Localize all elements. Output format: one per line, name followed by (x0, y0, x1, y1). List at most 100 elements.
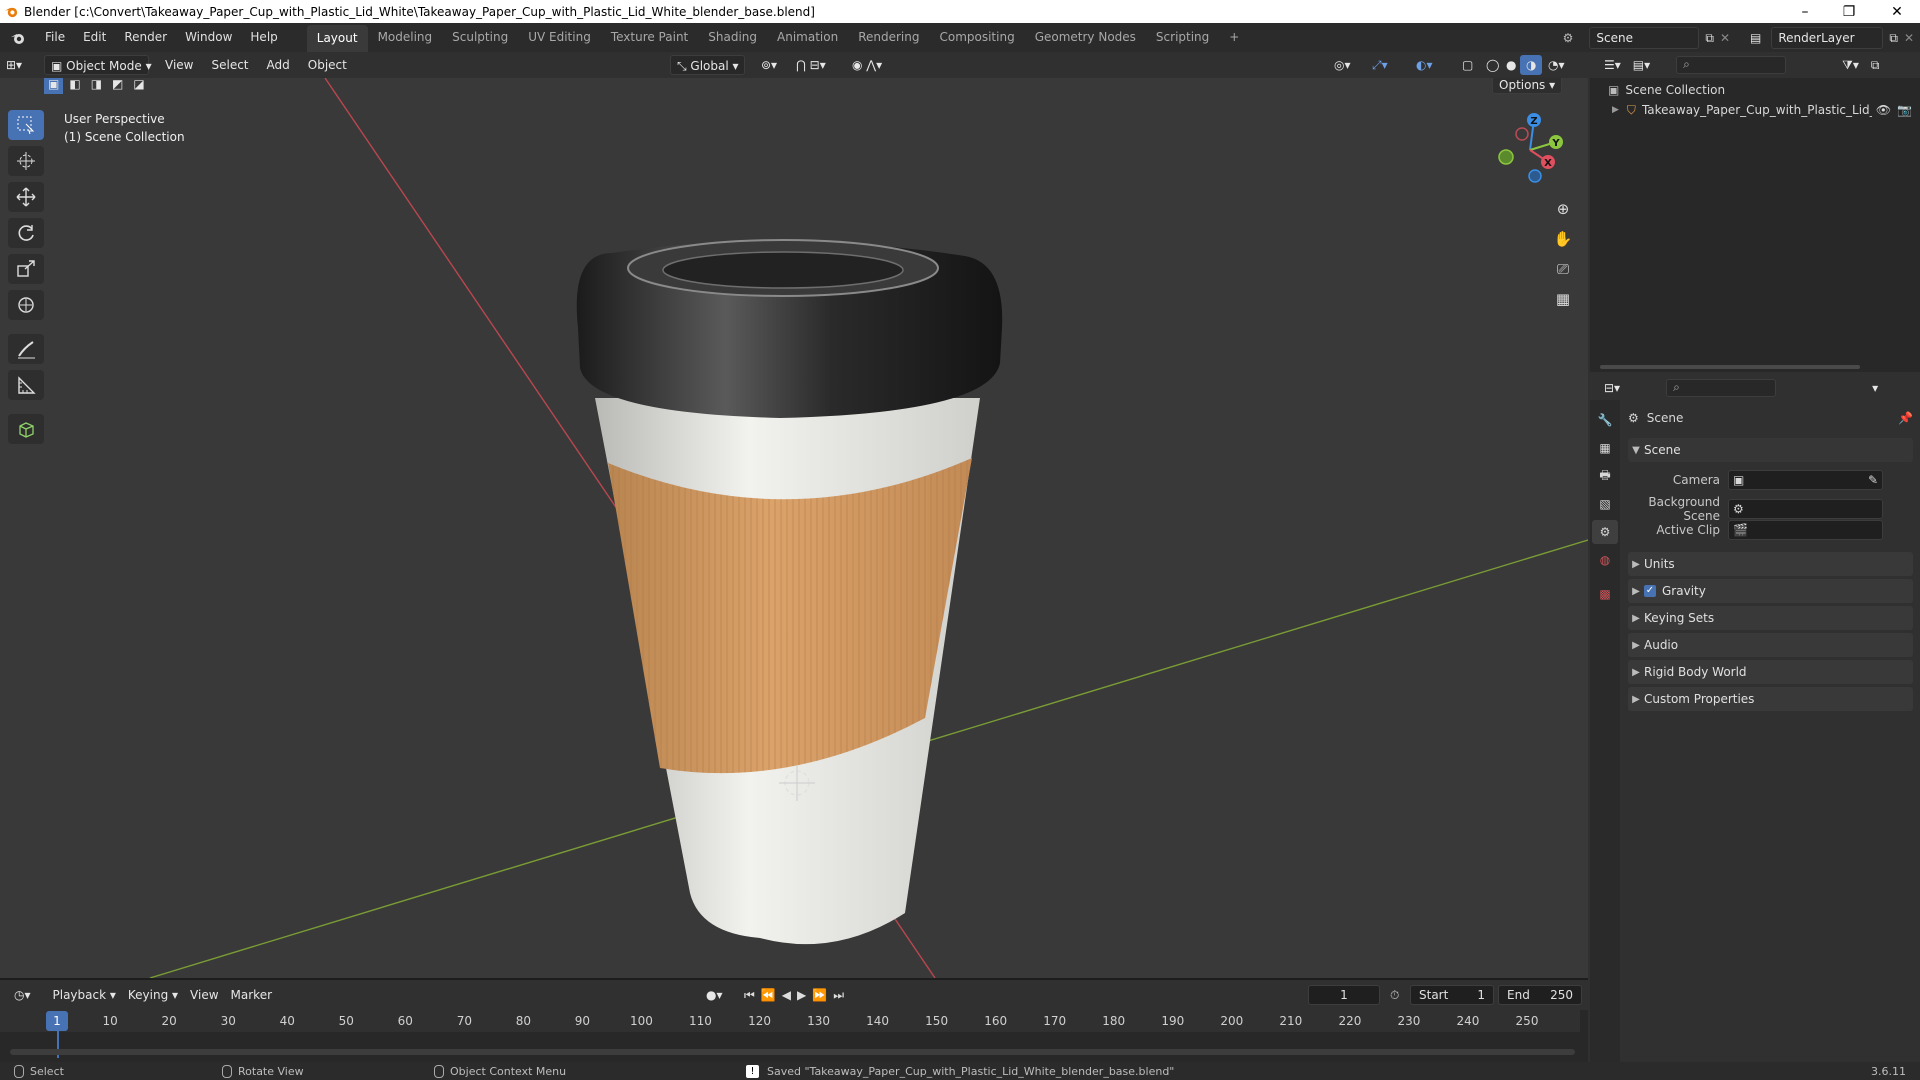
scene-panel-header[interactable]: ▼ Scene (1628, 438, 1913, 462)
timer-icon[interactable]: ⏱ (1390, 988, 1399, 1003)
tab-compositing[interactable]: Compositing (929, 23, 1024, 52)
minimize-button[interactable]: – (1782, 0, 1828, 23)
rotate-tool[interactable] (8, 218, 44, 248)
units-panel[interactable]: ▶ Units (1628, 552, 1913, 576)
add-cube-tool[interactable] (8, 414, 44, 444)
move-tool[interactable] (8, 182, 44, 212)
transform-tool[interactable] (8, 290, 44, 320)
jump-end-icon[interactable]: ⏭ (833, 988, 844, 1003)
orientation-dropdown[interactable]: ⤡ Global ▾ (670, 55, 745, 75)
menu-help[interactable]: Help (241, 23, 286, 52)
tool-tab-icon[interactable]: 🔧 (1592, 408, 1618, 432)
object-menu[interactable]: Object (302, 55, 353, 75)
gravity-panel[interactable]: ▶ ✓ Gravity (1628, 579, 1913, 603)
properties-search-input[interactable]: ⌕ (1666, 379, 1777, 397)
menu-edit[interactable]: Edit (74, 23, 115, 52)
jump-key-back-icon[interactable]: ⏪ (761, 988, 776, 1003)
annotate-tool[interactable] (8, 334, 44, 364)
render-layer-selector[interactable]: ▤ RenderLayer ⧉ ✕ (1744, 26, 1920, 49)
scene-name-field[interactable]: Scene (1589, 26, 1700, 49)
shading-material-icon[interactable]: ◑ (1520, 55, 1543, 75)
blender-menu-icon[interactable] (0, 30, 36, 46)
outliner-editor-icon[interactable]: ☰▾ (1598, 55, 1627, 75)
select-invert-icon[interactable]: ◩ (108, 78, 127, 94)
tab-rendering[interactable]: Rendering (848, 23, 929, 52)
remove-scene-icon[interactable]: ✕ (1720, 28, 1730, 48)
properties-editor-icon[interactable]: ⊟▾ (1598, 378, 1626, 398)
auto-keying-icon[interactable]: ●▾ (700, 985, 729, 1005)
scene-tab-icon[interactable]: ⚙ (1592, 520, 1618, 544)
measure-tool[interactable] (8, 370, 44, 400)
playback-menu[interactable]: Playback ▾ (47, 985, 122, 1005)
tab-texture-paint[interactable]: Texture Paint (601, 23, 698, 52)
eyedropper-icon[interactable]: ✎ (1868, 473, 1878, 487)
tab-shading[interactable]: Shading (698, 23, 767, 52)
texture-tab-icon[interactable]: ▩ (1592, 582, 1618, 606)
cursor-tool[interactable] (8, 146, 44, 176)
select-box-tool[interactable] (8, 110, 44, 140)
new-layer-icon[interactable]: ⧉ (1889, 28, 1898, 48)
menu-file[interactable]: File (36, 23, 74, 52)
tab-animation[interactable]: Animation (767, 23, 848, 52)
view-menu[interactable]: View (159, 55, 199, 75)
pin-icon[interactable]: 📌 (1898, 411, 1913, 425)
select-intersect-icon[interactable]: ◪ (129, 78, 148, 94)
camera-view-icon[interactable]: ⎚ (1548, 254, 1578, 284)
timeline-editor-icon[interactable]: ◷▾ (8, 985, 37, 1005)
timeline-scrollbar[interactable] (10, 1049, 1575, 1055)
options-button[interactable]: Options ▾ (1492, 78, 1563, 94)
properties-options-icon[interactable]: ▾ (1866, 378, 1884, 398)
menu-render[interactable]: Render (115, 23, 176, 52)
visibility-icon[interactable]: ◎▾ (1328, 55, 1357, 75)
xray-icon[interactable]: ▢ (1456, 55, 1479, 75)
gizmo-icon[interactable]: ⤢▾ (1366, 55, 1394, 75)
overlay-icon[interactable]: ◐▾ (1410, 55, 1439, 75)
add-menu[interactable]: Add (261, 55, 296, 75)
jump-start-icon[interactable]: ⏮ (744, 988, 755, 1003)
outliner-item-cup[interactable]: ▶ ⛉ Takeaway_Paper_Cup_with_Plastic_Lid_… (1612, 100, 1912, 120)
select-subtract-icon[interactable]: ◨ (87, 78, 106, 94)
tab-modeling[interactable]: Modeling (368, 23, 443, 52)
play-reverse-icon[interactable]: ◀ (782, 988, 791, 1003)
tab-scripting[interactable]: Scripting (1146, 23, 1219, 52)
camera-field[interactable]: ▣ ✎ (1728, 470, 1883, 490)
select-menu[interactable]: Select (205, 55, 254, 75)
outliner-search-input[interactable]: ⌕ (1676, 56, 1787, 74)
keying-menu[interactable]: Keying ▾ (122, 985, 184, 1005)
filter-icon[interactable]: ⧩▾ (1836, 55, 1865, 75)
eye-visibility-icon[interactable]: 👁 (1876, 103, 1891, 117)
new-collection-icon[interactable]: ⧉ (1865, 55, 1886, 75)
end-frame-field[interactable]: End 250 (1498, 985, 1582, 1005)
tab-sculpting[interactable]: Sculpting (442, 23, 518, 52)
select-new-icon[interactable]: ▣ (44, 78, 64, 94)
menu-window[interactable]: Window (176, 23, 241, 52)
frame-ruler[interactable]: 1 10 20 30 40 50 60 70 80 90 100 110 120 130 140 150 160… (0, 1010, 1580, 1032)
ortho-grid-icon[interactable]: ▦ (1548, 284, 1578, 314)
start-frame-field[interactable]: Start 1 (1410, 985, 1494, 1005)
pivot-icon[interactable]: ⊚▾ (755, 55, 783, 75)
current-frame-field[interactable]: 1 (1308, 985, 1380, 1005)
timeline-view-menu[interactable]: View (184, 985, 224, 1005)
output-tab-icon[interactable]: 🖶 (1592, 464, 1618, 488)
play-icon[interactable]: ▶ (797, 988, 806, 1003)
tab-geometry-nodes[interactable]: Geometry Nodes (1025, 23, 1146, 52)
mode-dropdown[interactable]: ▣ Object Mode ▾ (44, 55, 152, 75)
maximize-button[interactable]: ❐ (1826, 0, 1872, 23)
new-scene-icon[interactable]: ⧉ (1705, 28, 1714, 48)
outliner-scrollbar[interactable] (1600, 365, 1860, 369)
render-layer-field[interactable]: RenderLayer (1771, 26, 1884, 49)
zoom-icon[interactable]: ⊕ (1548, 194, 1578, 224)
marker-menu[interactable]: Marker (225, 985, 278, 1005)
add-workspace-button[interactable]: + (1219, 23, 1249, 52)
navigation-gizmo[interactable]: Z Y X (1490, 108, 1570, 188)
close-button[interactable]: ✕ (1874, 0, 1920, 23)
outliner-scene-collection[interactable]: ▣ Scene Collection (1608, 80, 1725, 100)
scale-tool[interactable] (8, 254, 44, 284)
audio-panel[interactable]: ▶ Audio (1628, 633, 1913, 657)
gravity-checkbox[interactable]: ✓ (1644, 585, 1656, 597)
view-layer-tab-icon[interactable]: ▧ (1592, 492, 1618, 516)
pan-hand-icon[interactable]: ✋ (1548, 224, 1578, 254)
active-clip-field[interactable]: 🎬 (1728, 520, 1883, 540)
select-extend-icon[interactable]: ◧ (65, 78, 84, 94)
shading-rendered-icon[interactable]: ◔▾ (1542, 55, 1571, 75)
